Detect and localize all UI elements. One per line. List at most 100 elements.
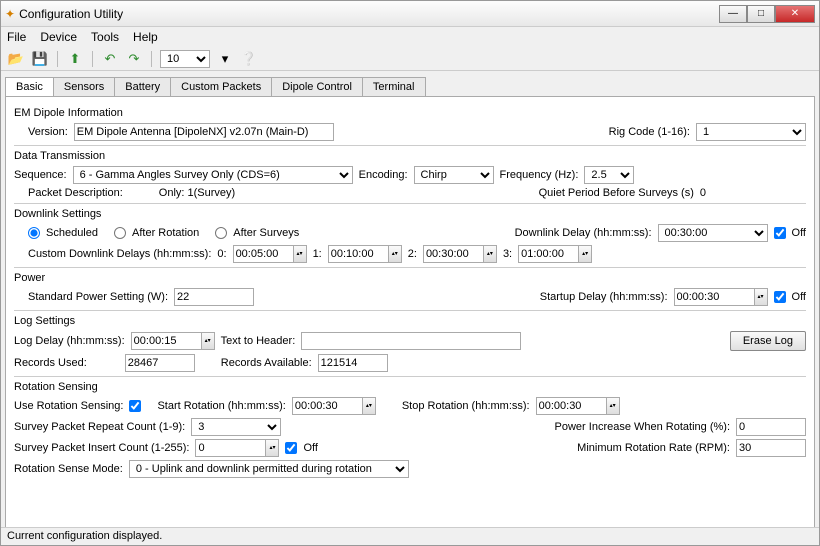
rotation-mode-select[interactable]: 0 - Uplink and downlink permitted during… bbox=[129, 460, 409, 478]
after-rotation-label: After Rotation bbox=[132, 227, 199, 239]
toolbar-separator bbox=[92, 51, 93, 67]
scheduled-label: Scheduled bbox=[46, 227, 98, 239]
menu-device[interactable]: Device bbox=[40, 30, 77, 44]
upload-icon[interactable]: ⬆ bbox=[66, 50, 84, 68]
toolbar: 📂 💾 ⬆ ↶ ↷ 10 ▾ ❔ bbox=[1, 47, 819, 71]
spinner-icon[interactable]: ▴▾ bbox=[754, 288, 768, 306]
power-group: Power bbox=[14, 272, 806, 284]
packet-description-value: Only: 1(Survey) bbox=[159, 187, 235, 199]
use-rotation-checkbox[interactable] bbox=[129, 400, 141, 412]
erase-log-button[interactable]: Erase Log bbox=[730, 331, 806, 351]
titlebar: ✦ Configuration Utility — □ ✕ bbox=[1, 1, 819, 27]
quiet-period-value: 0 bbox=[700, 187, 706, 199]
window-title: Configuration Utility bbox=[19, 7, 123, 21]
insert-off-checkbox[interactable] bbox=[285, 442, 297, 454]
tabstrip: Basic Sensors Battery Custom Packets Dip… bbox=[5, 77, 815, 96]
rotation-group: Rotation Sensing bbox=[14, 381, 806, 393]
dropdown-icon[interactable]: ▾ bbox=[216, 50, 234, 68]
use-rotation-label: Use Rotation Sensing: bbox=[14, 400, 123, 412]
tab-sensors[interactable]: Sensors bbox=[53, 77, 115, 96]
maximize-button[interactable]: □ bbox=[747, 5, 775, 23]
start-rotation-field[interactable] bbox=[292, 397, 362, 415]
d2-label: 2: bbox=[408, 248, 417, 260]
startup-delay-field[interactable] bbox=[674, 288, 754, 306]
open-icon[interactable]: 📂 bbox=[7, 50, 25, 68]
sequence-select[interactable]: 6 - Gamma Angles Survey Only (CDS=6) bbox=[73, 166, 353, 184]
records-used-field[interactable] bbox=[125, 354, 195, 372]
d3-label: 3: bbox=[503, 248, 512, 260]
downlink-off-checkbox[interactable] bbox=[774, 227, 786, 239]
spinner-icon[interactable]: ▴▾ bbox=[362, 397, 376, 415]
spinner-icon[interactable]: ▴▾ bbox=[265, 439, 279, 457]
start-rotation-label: Start Rotation (hh:mm:ss): bbox=[157, 400, 285, 412]
spinner-icon[interactable]: ▴▾ bbox=[201, 332, 215, 350]
statusbar: Current configuration displayed. bbox=[1, 527, 819, 545]
toolbar-separator bbox=[151, 51, 152, 67]
data-transmission-group: Data Transmission bbox=[14, 150, 806, 162]
min-rpm-field[interactable] bbox=[736, 439, 806, 457]
close-button[interactable]: ✕ bbox=[775, 5, 815, 23]
frequency-label: Frequency (Hz): bbox=[500, 169, 579, 181]
menu-help[interactable]: Help bbox=[133, 30, 158, 44]
rigcode-select[interactable]: 1 bbox=[696, 123, 806, 141]
std-power-field[interactable] bbox=[174, 288, 254, 306]
log-group: Log Settings bbox=[14, 315, 806, 327]
encoding-select[interactable]: Chirp bbox=[414, 166, 494, 184]
downlink-delay-select[interactable]: 00:30:00 bbox=[658, 224, 768, 242]
basic-panel: EM Dipole Information Version: Rig Code … bbox=[5, 96, 815, 536]
save-icon[interactable]: 💾 bbox=[31, 50, 49, 68]
help-icon[interactable]: ❔ bbox=[240, 50, 258, 68]
spinner-icon[interactable]: ▴▾ bbox=[483, 245, 497, 263]
tab-custom-packets[interactable]: Custom Packets bbox=[170, 77, 272, 96]
records-available-label: Records Available: bbox=[221, 357, 312, 369]
window-controls: — □ ✕ bbox=[719, 5, 815, 23]
log-delay-field[interactable] bbox=[131, 332, 201, 350]
insert-count-label: Survey Packet Insert Count (1-255): bbox=[14, 442, 189, 454]
d0-field[interactable] bbox=[233, 245, 293, 263]
stop-rotation-label: Stop Rotation (hh:mm:ss): bbox=[402, 400, 530, 412]
menu-tools[interactable]: Tools bbox=[91, 30, 119, 44]
records-available-field[interactable] bbox=[318, 354, 388, 372]
zoom-select[interactable]: 10 bbox=[160, 50, 210, 68]
spinner-icon[interactable]: ▴▾ bbox=[606, 397, 620, 415]
repeat-count-select[interactable]: 3 bbox=[191, 418, 281, 436]
stop-rotation-field[interactable] bbox=[536, 397, 606, 415]
status-text: Current configuration displayed. bbox=[7, 530, 162, 542]
tab-battery[interactable]: Battery bbox=[114, 77, 171, 96]
undo-icon[interactable]: ↶ bbox=[101, 50, 119, 68]
spinner-icon[interactable]: ▴▾ bbox=[293, 245, 307, 263]
frequency-select[interactable]: 2.5 bbox=[584, 166, 634, 184]
tab-dipole-control[interactable]: Dipole Control bbox=[271, 77, 363, 96]
d3-field[interactable] bbox=[518, 245, 578, 263]
toolbar-separator bbox=[57, 51, 58, 67]
spinner-icon[interactable]: ▴▾ bbox=[578, 245, 592, 263]
version-field[interactable] bbox=[74, 123, 334, 141]
scheduled-radio[interactable] bbox=[28, 227, 40, 239]
menubar: File Device Tools Help bbox=[1, 27, 819, 47]
spinner-icon[interactable]: ▴▾ bbox=[388, 245, 402, 263]
dipole-info-group: EM Dipole Information bbox=[14, 107, 806, 119]
d1-field[interactable] bbox=[328, 245, 388, 263]
rigcode-label: Rig Code (1-16): bbox=[609, 126, 690, 138]
minimize-button[interactable]: — bbox=[719, 5, 747, 23]
app-window: ✦ Configuration Utility — □ ✕ File Devic… bbox=[0, 0, 820, 546]
rotation-mode-label: Rotation Sense Mode: bbox=[14, 463, 123, 475]
insert-off-label: Off bbox=[303, 442, 317, 454]
after-surveys-radio[interactable] bbox=[215, 227, 227, 239]
after-surveys-label: After Surveys bbox=[233, 227, 299, 239]
redo-icon[interactable]: ↷ bbox=[125, 50, 143, 68]
version-label: Version: bbox=[28, 126, 68, 138]
tab-terminal[interactable]: Terminal bbox=[362, 77, 426, 96]
text-header-field[interactable] bbox=[301, 332, 521, 350]
after-rotation-radio[interactable] bbox=[114, 227, 126, 239]
custom-delays-label: Custom Downlink Delays (hh:mm:ss): bbox=[28, 248, 211, 260]
insert-count-field[interactable] bbox=[195, 439, 265, 457]
menu-file[interactable]: File bbox=[7, 30, 26, 44]
power-off-checkbox[interactable] bbox=[774, 291, 786, 303]
d2-field[interactable] bbox=[423, 245, 483, 263]
power-increase-field[interactable] bbox=[736, 418, 806, 436]
tab-basic[interactable]: Basic bbox=[5, 77, 54, 96]
text-header-label: Text to Header: bbox=[221, 335, 296, 347]
app-icon: ✦ bbox=[5, 7, 15, 21]
min-rpm-label: Minimum Rotation Rate (RPM): bbox=[577, 442, 730, 454]
